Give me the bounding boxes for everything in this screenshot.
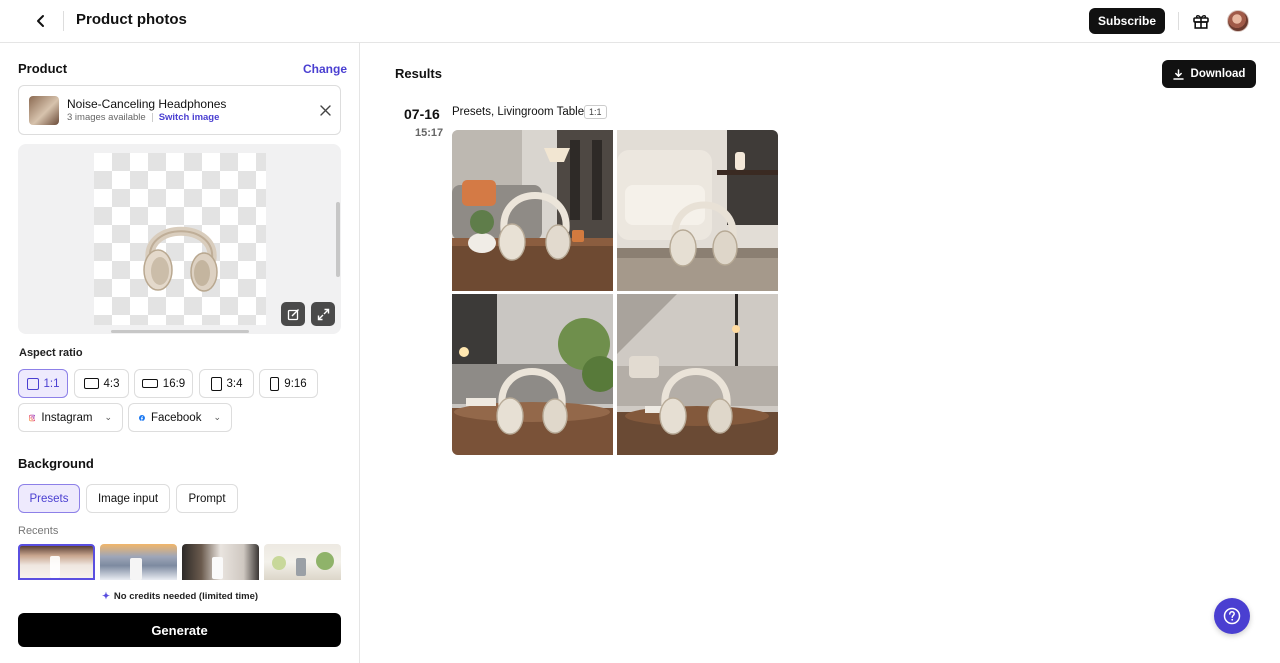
help-button[interactable] [1214,598,1250,634]
living-room-headphones-image [452,130,613,291]
chevron-down-icon: ⌄ [104,412,112,422]
download-icon [1172,68,1184,80]
recent-preset-thumbnail[interactable] [18,544,95,580]
edit-image-button[interactable] [281,302,305,326]
switch-image-link[interactable]: Switch image [159,112,220,123]
ratio-option-3-4[interactable]: 3:4 [199,369,254,398]
ratio-label: 1:1 [43,377,60,390]
recents-label: Recents [18,525,59,537]
left-panel: Product Change Noise-Canceling Headphone… [0,43,360,663]
chevron-down-icon: ⌄ [213,412,221,422]
square-ratio-icon [26,377,39,390]
help-question-icon [1223,607,1241,625]
facebook-icon [139,414,145,421]
expand-image-button[interactable] [311,302,335,326]
header-divider [63,11,64,31]
product-card: Noise-Canceling Headphones 3 images avai… [18,85,341,135]
aspect-ratio-label: Aspect ratio [19,347,83,359]
result-image[interactable] [452,294,613,455]
gift-icon [1193,15,1209,29]
ratio-label: 9:16 [284,377,307,390]
gift-button[interactable] [1190,10,1212,32]
result-image[interactable] [452,130,613,291]
landscape-ratio-icon [83,378,99,389]
instagram-preset-dropdown[interactable]: Instagram ⌄ [18,403,123,432]
preview-vertical-scrollbar[interactable] [336,202,340,277]
download-label: Download [1190,68,1246,80]
headphones-cutout-image [143,226,218,292]
credits-notice: ✦ No credits needed (limited time) [0,591,360,602]
background-tab-presets[interactable]: Presets [18,484,80,513]
edit-crop-icon [287,308,299,320]
ratio-option-1-1[interactable]: 1:1 [18,369,68,398]
ratio-option-9-16[interactable]: 9:16 [259,369,318,398]
subscribe-button[interactable]: Subscribe [1089,8,1165,34]
close-icon [319,104,331,116]
background-section-title: Background [18,456,94,471]
product-meta: 3 images available Switch image [67,112,219,123]
result-time: 15:17 [415,127,444,139]
ratio-label: 16:9 [162,377,186,390]
expand-icon [317,308,329,320]
generate-button[interactable]: Generate [18,613,341,647]
result-date: 07-16 [404,106,440,122]
recent-preset-thumbnail[interactable] [100,544,177,580]
top-bar: Product photos Subscribe [0,0,1280,43]
ratio-label: 3:4 [226,377,243,390]
living-room-headphones-image [617,294,778,455]
chevron-left-icon [37,15,44,27]
credits-text: No credits needed (limited time) [113,591,259,602]
instagram-label: Instagram [41,411,93,424]
instagram-icon [29,414,36,421]
ratio-label: 4:3 [103,377,120,390]
sparkle-icon: ✦ [101,591,110,602]
living-room-headphones-image [617,130,778,291]
results-title: Results [395,66,442,81]
download-button[interactable]: Download [1162,60,1256,88]
recent-preset-thumbnail[interactable] [264,544,341,580]
preview-horizontal-scrollbar[interactable] [111,330,249,333]
facebook-preset-dropdown[interactable]: Facebook ⌄ [128,403,232,432]
ratio-option-4-3[interactable]: 4:3 [74,369,129,398]
living-room-headphones-image [452,294,613,455]
avatar[interactable] [1227,10,1249,32]
result-ratio-badge: 1:1 [584,105,607,119]
change-product-link[interactable]: Change [303,62,347,76]
portrait-ratio-icon [210,376,222,391]
result-image[interactable] [617,294,778,455]
product-preview [18,144,341,334]
product-section-title: Product [18,61,68,76]
page-title: Product photos [76,11,187,28]
facebook-label: Facebook [150,411,202,424]
remove-product-button[interactable] [316,101,334,119]
background-tab-image-input[interactable]: Image input [86,484,170,513]
images-available-text: 3 images available [67,112,146,123]
result-preset-label: Presets, Livingroom Table [452,106,585,118]
product-name: Noise-Canceling Headphones [67,97,227,111]
product-thumbnail [29,96,59,125]
background-tab-prompt[interactable]: Prompt [176,484,238,513]
widescreen-ratio-icon [141,379,158,388]
meta-divider [151,113,153,122]
tall-ratio-icon [270,376,280,391]
back-button[interactable] [30,10,52,32]
recent-preset-thumbnail[interactable] [182,544,259,580]
header-divider [1178,12,1179,30]
result-image[interactable] [617,130,778,291]
ratio-option-16-9[interactable]: 16:9 [134,369,193,398]
